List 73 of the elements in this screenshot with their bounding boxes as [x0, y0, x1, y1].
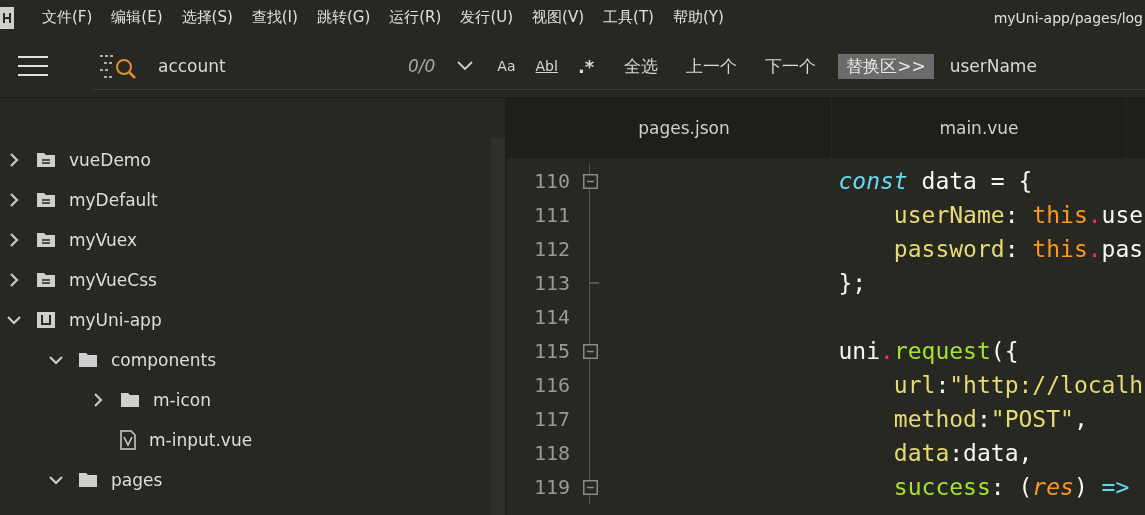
find-action-button[interactable]: 全选 [624, 54, 659, 78]
tree-item[interactable]: vueDemo [0, 140, 491, 180]
folder-icon [78, 352, 98, 368]
tree-item[interactable]: myDefault [0, 180, 491, 220]
folder-icon [78, 472, 98, 488]
tree-item[interactable]: m-icon [0, 380, 491, 420]
menu-icon[interactable] [18, 55, 48, 77]
tree-item[interactable]: pages [0, 460, 491, 500]
line-number: 113 [532, 271, 570, 295]
fold-toggle-icon[interactable] [582, 343, 598, 359]
menu-item[interactable]: 查找(I) [251, 8, 298, 27]
project-icon [36, 272, 56, 288]
menu-item[interactable]: 工具(T) [603, 8, 654, 27]
project-icon [36, 152, 56, 168]
code-line: password: this.pas [893, 236, 1144, 262]
project-icon [36, 311, 56, 329]
line-number: 114 [532, 305, 570, 329]
menu-item[interactable]: 跳转(G) [316, 8, 371, 27]
line-number: 115 [532, 339, 570, 363]
line-number: 112 [532, 237, 570, 261]
tree-label: myDefault [69, 190, 158, 210]
tree-label: myVuex [69, 230, 138, 250]
menu-item[interactable]: 文件(F) [42, 8, 93, 27]
tree-label: components [111, 350, 217, 370]
window-title: myUni-app/pages/log [993, 9, 1143, 26]
match-count: 0/0 [408, 56, 436, 76]
menu-item[interactable]: 帮助(Y) [672, 8, 724, 27]
tree-item[interactable]: m-input.vue [0, 420, 491, 460]
line-number: 119 [532, 475, 570, 499]
replace-toggle-button[interactable]: 替换区>> [838, 53, 934, 79]
fold-toggle-icon[interactable] [582, 173, 598, 189]
search-icon[interactable] [100, 53, 136, 79]
code-line: }; [838, 270, 867, 296]
tree-label: myUni-app [69, 310, 162, 330]
line-number: 116 [532, 373, 570, 397]
find-field[interactable]: account [158, 56, 408, 76]
code-line: data:data, [893, 440, 1033, 466]
tree-item[interactable]: myVueCss [0, 260, 491, 300]
tree-item[interactable]: myVuex [0, 220, 491, 260]
menu-item[interactable]: 发行(U) [460, 8, 514, 27]
tree-item[interactable]: components [0, 340, 491, 380]
chevron-down-icon[interactable] [457, 61, 474, 71]
tree-item[interactable]: myUni-app [0, 300, 491, 340]
code-line: userName: this.use [893, 202, 1144, 228]
project-icon [36, 232, 56, 248]
find-action-button[interactable]: 下一个 [765, 54, 817, 78]
code-line: success: (res) => [893, 474, 1130, 500]
tree-label: m-icon [153, 390, 211, 410]
line-number: 118 [532, 441, 570, 465]
menu-item[interactable]: 选择(S) [181, 8, 233, 27]
project-icon [36, 192, 56, 208]
tree-label: m-input.vue [149, 430, 253, 450]
file-icon [120, 430, 136, 450]
line-number: 110 [532, 169, 570, 193]
replace-field[interactable]: userName [949, 56, 1037, 76]
search-option-button[interactable]: Aa [497, 58, 516, 74]
tree-label: myVueCss [69, 270, 157, 290]
code-line: url:"http://localh [893, 372, 1144, 398]
search-option-button[interactable]: .* [577, 55, 595, 77]
search-option-button[interactable]: Abl [535, 58, 558, 74]
code-line: uni.request({ [838, 338, 1019, 364]
tree-label: vueDemo [69, 150, 151, 170]
tree-label: pages [111, 470, 163, 490]
line-number: 111 [532, 203, 570, 227]
fold-toggle-icon[interactable] [582, 479, 598, 495]
menu-item[interactable]: 视图(V) [532, 8, 585, 27]
menu-item[interactable]: 编辑(E) [111, 8, 163, 27]
code-line: method:"POST", [893, 406, 1088, 432]
folder-icon [120, 392, 140, 408]
code-line: const data = { [838, 168, 1033, 194]
line-number: 117 [532, 407, 570, 431]
menu-item[interactable]: 运行(R) [389, 8, 442, 27]
find-action-button[interactable]: 上一个 [686, 54, 738, 78]
